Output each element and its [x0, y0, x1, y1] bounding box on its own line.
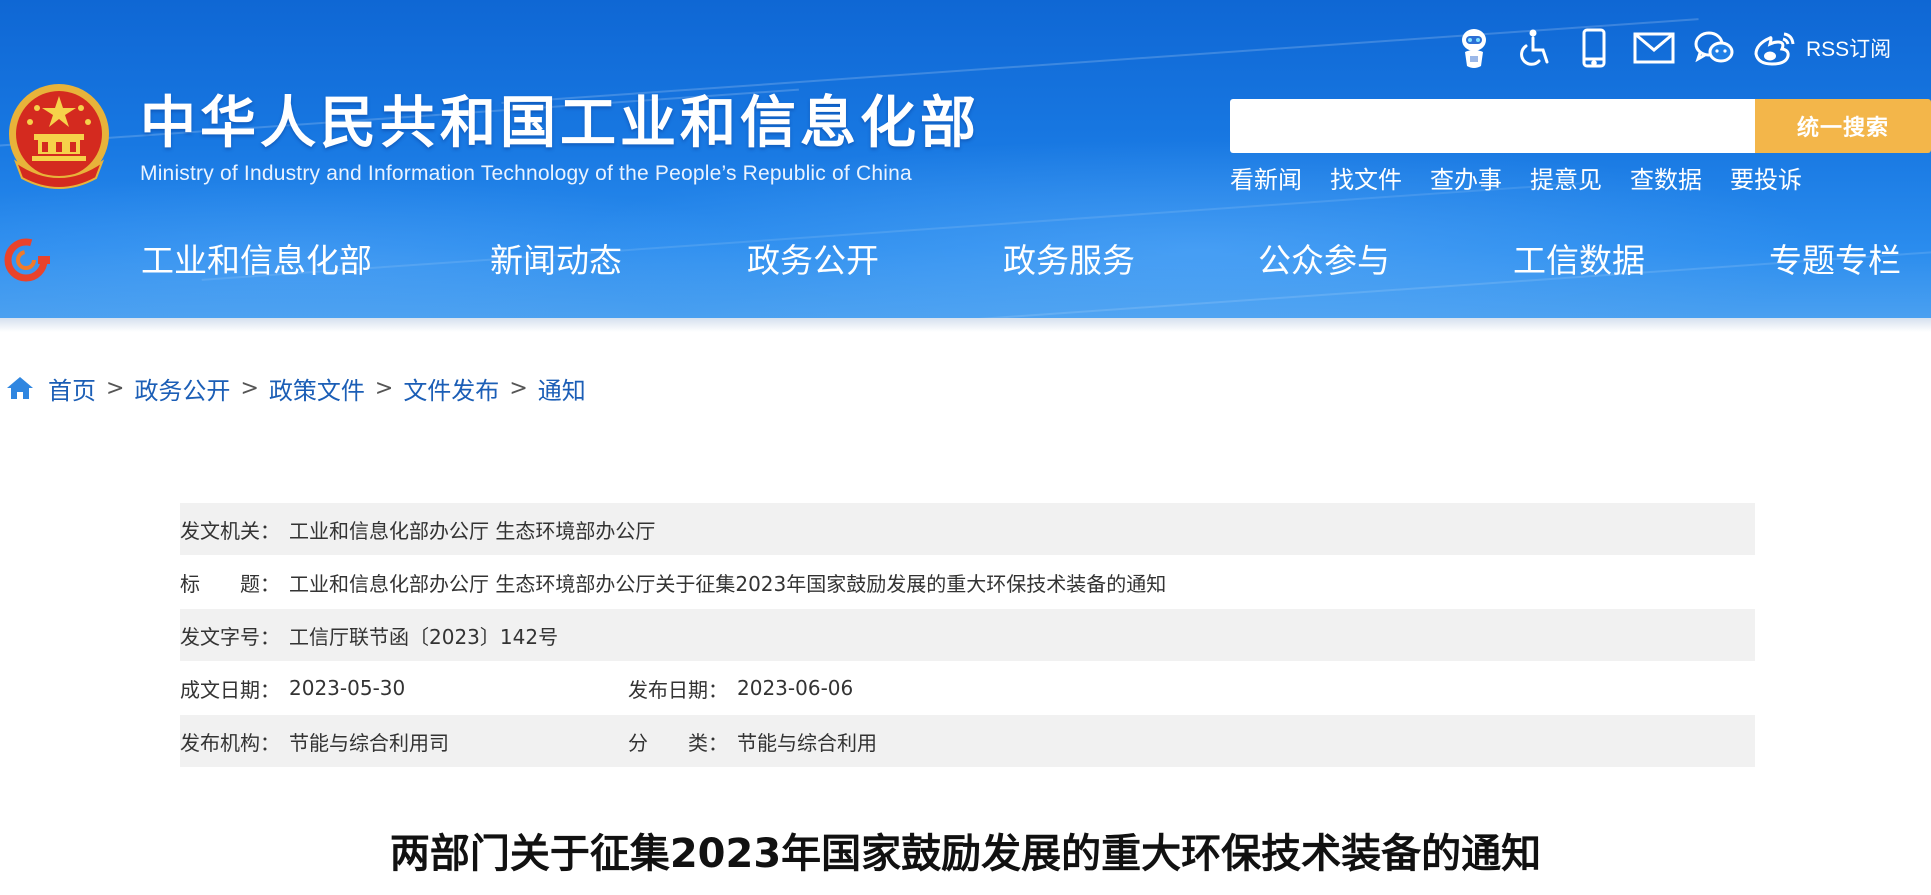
meta-value-issuer: 工业和信息化部办公厅 生态环境部办公厅 [289, 518, 656, 543]
meta-row-title: 标 题： 工业和信息化部办公厅 生态环境部办公厅关于征集2023年国家鼓励发展的… [180, 556, 1755, 609]
meta-row-doc-number: 发文字号： 工信厅联节函〔2023〕142号 [180, 609, 1755, 662]
nav-item-ministry[interactable]: 工业和信息化部 [141, 236, 372, 286]
quick-link-services[interactable]: 查办事 [1430, 162, 1502, 198]
search-button[interactable]: 统一搜索 [1755, 99, 1931, 153]
nav-item-news[interactable]: 新闻动态 [490, 236, 622, 286]
meta-cell: 发布机构： 节能与综合利用司 [180, 727, 628, 756]
meta-row-publisher: 发布机构： 节能与综合利用司 分 类： 节能与综合利用 [180, 715, 1755, 768]
meta-value-title: 工业和信息化部办公厅 生态环境部办公厅关于征集2023年国家鼓励发展的重大环保技… [289, 571, 1167, 596]
quick-link-data[interactable]: 查数据 [1630, 162, 1702, 198]
nav-item-government-affairs[interactable]: 政务公开 [747, 236, 879, 286]
breadcrumb: 首页 > 政务公开 > 政策文件 > 文件发布 > 通知 [6, 368, 586, 408]
rss-subscribe-link[interactable]: RSS订阅 [1806, 33, 1891, 63]
nav-item-data[interactable]: 工信数据 [1513, 236, 1645, 286]
weibo-icon[interactable] [1752, 26, 1796, 70]
nav-item-topics[interactable]: 专题专栏 [1769, 236, 1901, 286]
national-emblem-icon[interactable] [4, 82, 114, 196]
meta-value-doc-number: 工信厅联节函〔2023〕142号 [289, 624, 559, 649]
article-title: 两部门关于征集2023年国家鼓励发展的重大环保技术装备的通知 [389, 831, 1542, 877]
quick-link-feedback[interactable]: 提意见 [1530, 162, 1602, 198]
meta-cell: 标 题： 工业和信息化部办公厅 生态环境部办公厅关于征集2023年国家鼓励发展的… [180, 568, 1166, 597]
main-nav: 工业和信息化部 新闻动态 政务公开 政务服务 公众参与 工信数据 专题专栏 [0, 236, 1931, 286]
breadcrumb-home[interactable]: 首页 [48, 371, 96, 406]
breadcrumb-notice[interactable]: 通知 [538, 371, 586, 406]
nav-item-services[interactable]: 政务服务 [1003, 236, 1135, 286]
meta-row-dates: 成文日期： 2023-05-30 发布日期： 2023-06-06 [180, 662, 1755, 715]
meta-label-written-date: 成文日期： [180, 677, 280, 702]
document-metadata-table: 发文机关： 工业和信息化部办公厅 生态环境部办公厅 标 题： 工业和信息化部办公… [180, 503, 1755, 768]
breadcrumb-separator: > [106, 375, 125, 401]
quick-links: 看新闻 找文件 查办事 提意见 查数据 要投诉 [1230, 162, 1830, 198]
wechat-icon[interactable] [1692, 26, 1736, 70]
meta-label-doc-number: 发文字号： [180, 624, 280, 649]
quick-link-complaint[interactable]: 要投诉 [1730, 162, 1802, 198]
meta-value-publish-date: 2023-06-06 [737, 676, 854, 700]
search-input[interactable] [1230, 99, 1755, 153]
breadcrumb-document-release[interactable]: 文件发布 [403, 371, 499, 406]
accessibility-icon[interactable] [1512, 26, 1556, 70]
breadcrumb-separator: > [374, 375, 394, 401]
site-header: 中华人民共和国工业和信息化部 Ministry of Industry and … [0, 0, 1931, 318]
meta-label-issuer: 发文机关： [180, 518, 280, 543]
quick-link-news[interactable]: 看新闻 [1230, 162, 1302, 198]
header-shadow [0, 318, 1931, 332]
meta-cell: 发布日期： 2023-06-06 [628, 674, 853, 703]
mobile-icon[interactable] [1572, 26, 1616, 70]
site-title: 中华人民共和国工业和信息化部 [140, 91, 980, 156]
breadcrumb-government-affairs[interactable]: 政务公开 [134, 371, 230, 406]
meta-label-publisher: 发布机构： [180, 730, 280, 755]
meta-value-publisher: 节能与综合利用司 [289, 730, 449, 755]
meta-cell: 发文机关： 工业和信息化部办公厅 生态环境部办公厅 [180, 515, 655, 544]
nav-item-public-participation[interactable]: 公众参与 [1258, 236, 1390, 286]
site-subtitle: Ministry of Industry and Information Tec… [140, 162, 912, 185]
meta-cell: 发文字号： 工信厅联节函〔2023〕142号 [180, 621, 558, 650]
meta-cell: 成文日期： 2023-05-30 [180, 674, 628, 703]
breadcrumb-separator: > [240, 375, 259, 401]
meta-label-category: 分 类： [628, 730, 728, 755]
home-icon[interactable] [6, 374, 34, 402]
breadcrumb-policy-documents[interactable]: 政策文件 [269, 371, 365, 406]
meta-cell: 分 类： 节能与综合利用 [628, 727, 877, 756]
meta-row-issuer: 发文机关： 工业和信息化部办公厅 生态环境部办公厅 [180, 503, 1755, 556]
utility-bar: RSS订阅 [1452, 26, 1891, 70]
meta-label-title: 标 题： [180, 571, 280, 596]
meta-label-publish-date: 发布日期： [628, 677, 728, 702]
meta-value-written-date: 2023-05-30 [289, 676, 406, 700]
mail-icon[interactable] [1632, 26, 1676, 70]
meta-value-category: 节能与综合利用 [737, 730, 877, 755]
robot-assistant-icon[interactable] [1452, 26, 1496, 70]
quick-link-documents[interactable]: 找文件 [1330, 162, 1402, 198]
breadcrumb-separator: > [509, 375, 528, 401]
